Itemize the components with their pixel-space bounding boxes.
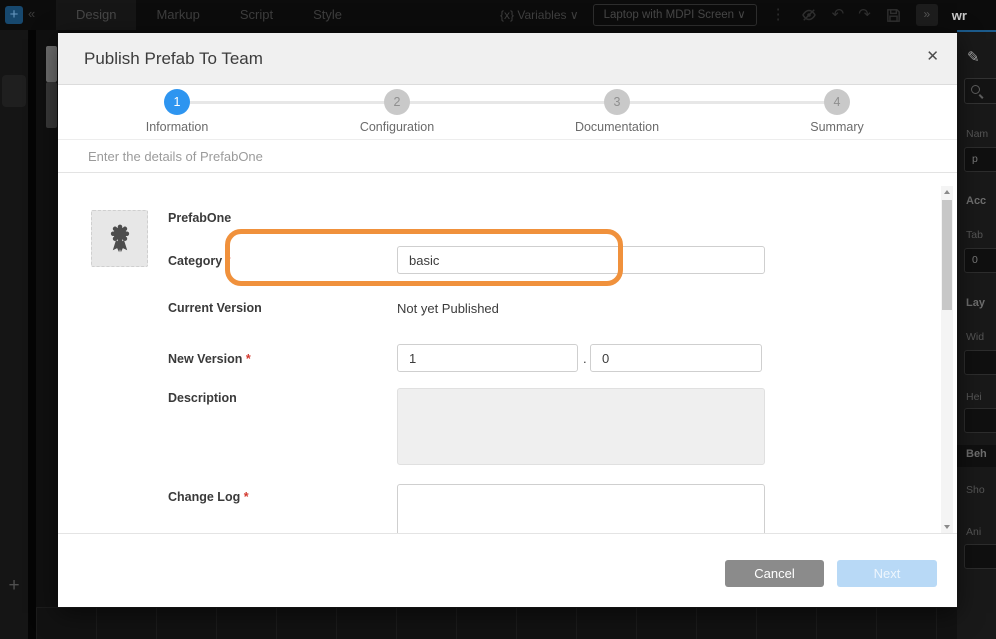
prop-tabindex-label: Tab — [966, 229, 983, 241]
prop-tabindex-input[interactable]: 0 — [964, 248, 996, 273]
prop-animation-input[interactable] — [964, 544, 996, 569]
variables-dropdown[interactable]: {x} Variables ∨ — [500, 8, 579, 22]
kebab-menu-icon[interactable]: ⋮ — [771, 0, 786, 30]
close-icon[interactable]: ✕ — [926, 47, 939, 65]
redo-icon[interactable]: ↷ — [858, 0, 871, 30]
wizard-stepper: 1 Information 2 Configuration 3 Document… — [58, 85, 957, 140]
rail-add-icon[interactable]: + — [0, 575, 28, 597]
selected-widget-partial-text: wr — [952, 8, 967, 23]
description-label: Description — [168, 391, 237, 405]
tab-script[interactable]: Script — [220, 0, 293, 30]
required-asterisk: * — [244, 490, 249, 504]
canvas-edge — [36, 30, 58, 639]
current-version-label: Current Version — [168, 301, 262, 315]
left-widget-rail: + — [0, 30, 28, 639]
prop-show-label: Sho — [966, 484, 985, 496]
prop-name-label: Nam — [966, 128, 988, 140]
description-textarea[interactable] — [397, 388, 765, 465]
step-label: Information — [97, 120, 257, 134]
change-log-label: Change Log * — [168, 490, 249, 504]
dialog-title: Publish Prefab To Team — [84, 49, 263, 69]
scroll-up-arrow[interactable] — [941, 186, 953, 198]
section-layout: Lay — [966, 297, 985, 309]
edit-pencil-icon[interactable]: ✎ — [967, 48, 980, 66]
prop-width-label: Wid — [966, 331, 984, 343]
category-label: Category * — [168, 254, 231, 268]
canvas-grid — [36, 607, 957, 639]
required-asterisk: * — [226, 254, 231, 268]
device-selector[interactable]: Laptop with MDPI Screen ∨ — [593, 4, 757, 26]
step-number: 2 — [384, 89, 410, 115]
dialog-footer: Cancel Next — [58, 533, 957, 607]
version-major-input[interactable] — [397, 344, 578, 372]
canvas-scrollbar-shadow — [46, 82, 57, 128]
dialog-header: Publish Prefab To Team ✕ — [58, 33, 957, 85]
tab-markup[interactable]: Markup — [136, 0, 219, 30]
section-behavior: Beh — [966, 448, 987, 460]
next-button[interactable]: Next — [837, 560, 937, 587]
version-separator: . — [583, 351, 587, 366]
step-subtitle: Enter the details of PrefabOne — [88, 149, 263, 164]
undo-icon[interactable]: ↶ — [832, 0, 845, 30]
step-number: 1 — [164, 89, 190, 115]
step-information[interactable]: 1 Information — [97, 85, 257, 134]
top-toolbar: + « Design Markup Script Style {x} Varia… — [0, 0, 996, 30]
rail-divider — [28, 30, 36, 639]
change-log-textarea[interactable] — [397, 484, 765, 533]
step-summary[interactable]: 4 Summary — [757, 85, 917, 134]
form-scrollbar[interactable] — [941, 186, 953, 533]
required-asterisk: * — [246, 352, 251, 366]
step-number: 4 — [824, 89, 850, 115]
tab-design[interactable]: Design — [56, 0, 136, 30]
canvas-scrollbar-thumb[interactable] — [46, 46, 57, 82]
collapse-panel-icon[interactable]: « — [28, 6, 35, 21]
editor-tabs: Design Markup Script Style — [56, 0, 362, 30]
preview-eye-off-icon[interactable] — [800, 6, 818, 24]
category-input[interactable] — [397, 246, 765, 274]
scroll-down-arrow[interactable] — [941, 521, 953, 533]
prop-height-input[interactable] — [964, 408, 996, 433]
add-widget-button[interactable]: + — [5, 6, 23, 24]
version-minor-input[interactable] — [590, 344, 762, 372]
scrollbar-thumb[interactable] — [942, 200, 952, 310]
prop-animation-label: Ani — [966, 526, 981, 538]
step-configuration[interactable]: 2 Configuration — [317, 85, 477, 134]
step-label: Documentation — [537, 120, 697, 134]
step-number: 3 — [604, 89, 630, 115]
step-subtitle-row: Enter the details of PrefabOne — [58, 140, 957, 173]
prefab-thumbnail — [91, 210, 148, 267]
step-label: Summary — [757, 120, 917, 134]
prop-name-input[interactable]: p — [964, 147, 996, 172]
dialog-form-body: PrefabOne Category * Current Version Not… — [58, 173, 957, 533]
award-ribbon-icon — [102, 221, 138, 257]
step-label: Configuration — [317, 120, 477, 134]
search-icon — [971, 85, 980, 94]
stepper-connector — [177, 101, 837, 104]
section-accessibility: Acc — [966, 195, 986, 207]
save-icon[interactable] — [885, 7, 902, 24]
prop-width-input[interactable] — [964, 350, 996, 375]
tab-style[interactable]: Style — [293, 0, 362, 30]
rail-selected-item[interactable] — [2, 75, 26, 107]
property-search-input[interactable] — [964, 78, 996, 104]
publish-prefab-dialog: Publish Prefab To Team ✕ 1 Information 2… — [58, 33, 957, 607]
step-documentation[interactable]: 3 Documentation — [537, 85, 697, 134]
prefab-name: PrefabOne — [168, 211, 231, 225]
prop-height-label: Hei — [966, 391, 982, 403]
cancel-button[interactable]: Cancel — [725, 560, 824, 587]
new-version-label: New Version * — [168, 352, 251, 366]
current-version-value: Not yet Published — [397, 301, 499, 316]
expand-panel-icon[interactable]: » — [916, 4, 938, 26]
properties-panel: ✎ Nam p Acc Tab 0 Lay Wid Hei Beh Sho An… — [957, 30, 996, 639]
